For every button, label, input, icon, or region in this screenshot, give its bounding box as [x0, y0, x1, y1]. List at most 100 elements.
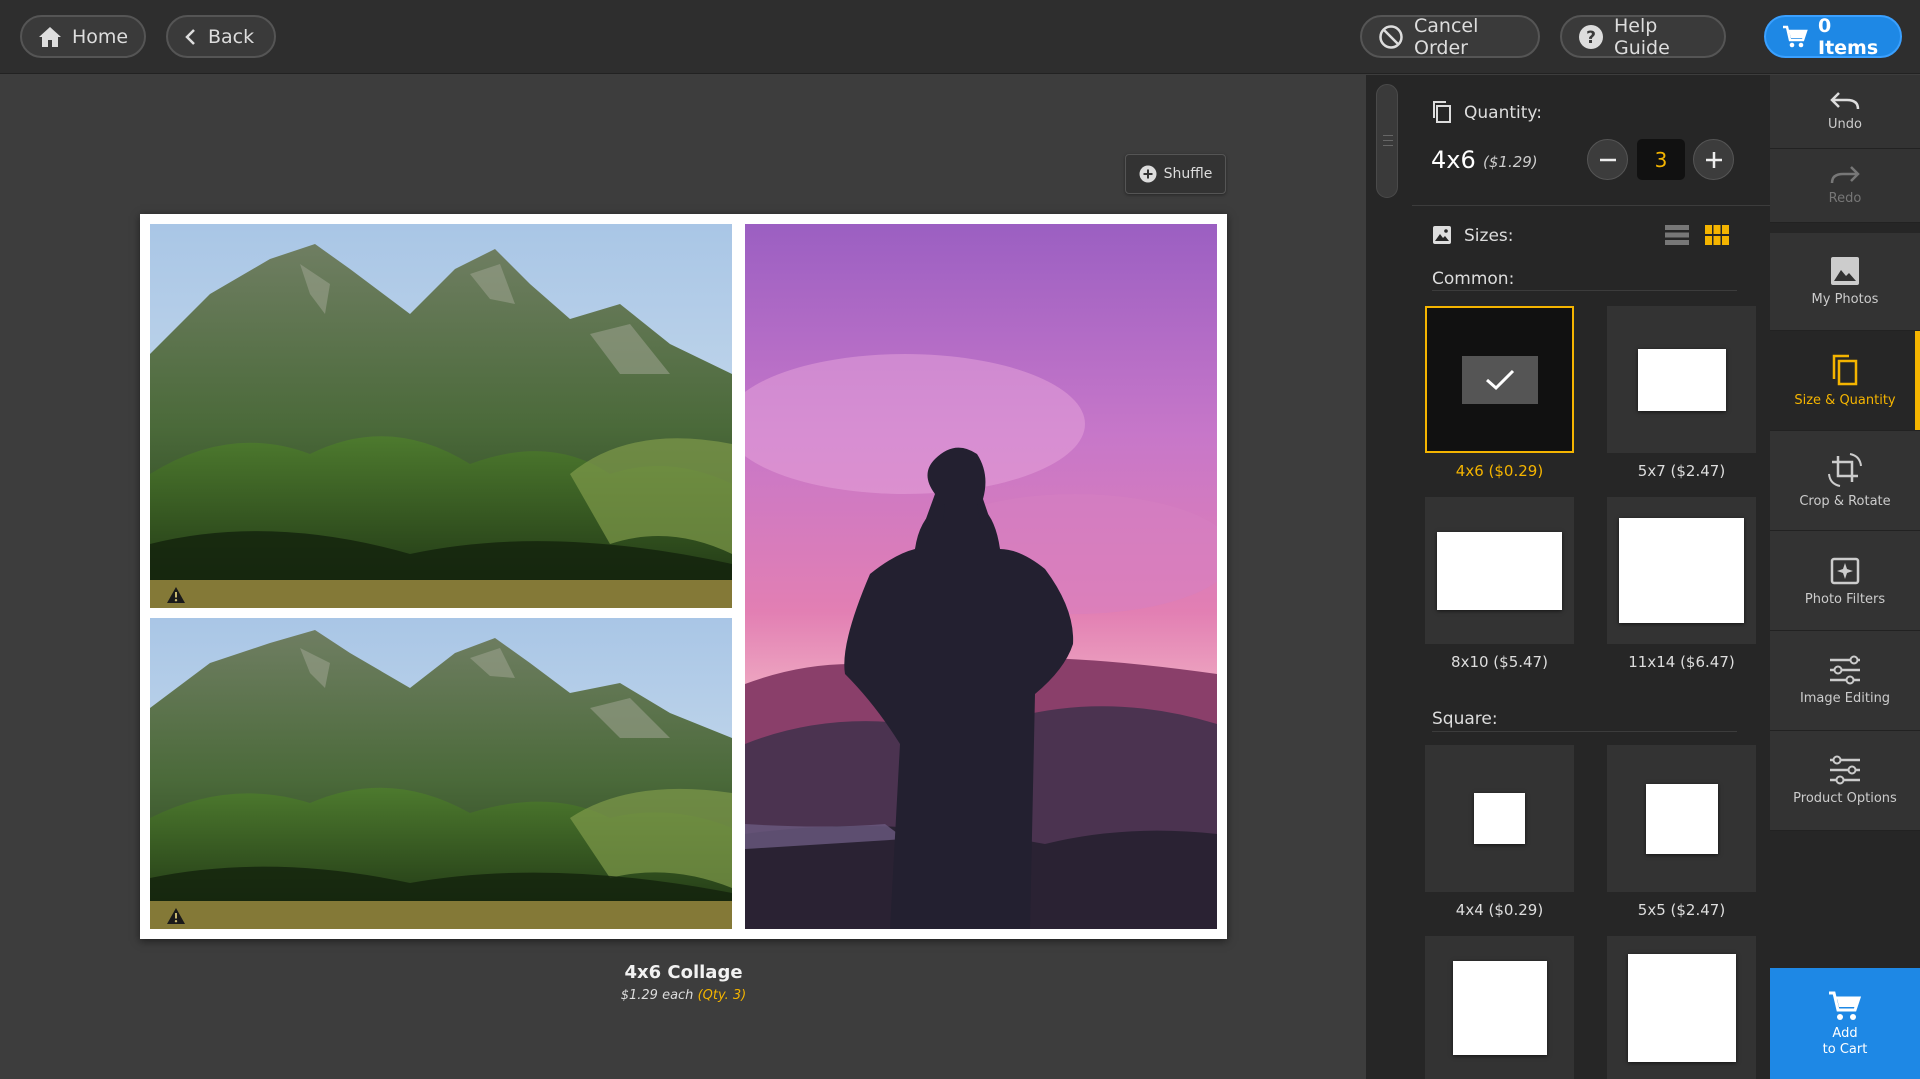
add-to-cart-label-line2: to Cart — [1822, 1041, 1868, 1057]
undo-label: Undo — [1828, 117, 1862, 132]
size-option-label: 5x7 ($2.47) — [1637, 462, 1726, 480]
add-to-cart-button[interactable]: Add to Cart — [1770, 968, 1920, 1079]
divider — [1432, 731, 1737, 732]
size-option-square-xlarge[interactable] — [1607, 936, 1756, 1079]
sizes-label: Sizes: — [1464, 226, 1514, 246]
redo-icon — [1830, 166, 1860, 184]
quantity-label: Quantity: — [1464, 103, 1542, 123]
size-option-label: 4x6 ($0.29) — [1455, 462, 1544, 480]
back-button[interactable]: Back — [166, 15, 276, 58]
add-to-cart-label-line1: Add — [1832, 1025, 1858, 1041]
cancel-order-label: Cancel Order — [1414, 14, 1479, 59]
divider — [1412, 205, 1770, 206]
redo-label: Redo — [1828, 191, 1862, 206]
panel-scrollbar[interactable] — [1376, 84, 1398, 198]
size-thumbnail — [1645, 783, 1718, 854]
increase-quantity-button[interactable] — [1693, 139, 1734, 180]
collage-preview — [140, 214, 1227, 939]
image-editing-label: Image Editing — [1799, 691, 1891, 706]
size-thumbnail — [1474, 793, 1525, 844]
photo-icon — [1831, 257, 1859, 285]
shuffle-button[interactable]: Shuffle — [1125, 154, 1226, 194]
my-photos-label: My Photos — [1811, 292, 1879, 307]
cart-button[interactable]: 0 Items — [1764, 14, 1902, 59]
size-option-label: 4x4 ($0.29) — [1455, 901, 1544, 919]
shuffle-label: Shuffle — [1163, 166, 1213, 182]
minus-icon — [1599, 158, 1616, 161]
undo-icon — [1830, 92, 1860, 110]
cancel-order-button[interactable]: Cancel Order — [1360, 14, 1540, 59]
filters-icon — [1830, 557, 1860, 585]
home-icon — [39, 26, 61, 47]
size-option-11x14[interactable] — [1607, 497, 1756, 644]
cart-label: 0 Items — [1818, 14, 1879, 59]
redo-button[interactable]: Redo — [1770, 149, 1920, 223]
image-icon — [1433, 226, 1451, 244]
selected-size-price: ($1.29) — [1483, 153, 1538, 171]
nav-photo-filters[interactable]: Photo Filters — [1770, 531, 1920, 631]
low-resolution-warning-bar — [150, 580, 732, 608]
sliders-icon — [1830, 755, 1860, 785]
product-title: 4x6 Collage — [624, 962, 743, 983]
crop-rotate-label: Crop & Rotate — [1799, 494, 1891, 509]
sliders-icon — [1830, 655, 1860, 685]
size-thumbnail — [1452, 960, 1547, 1055]
copy-icon — [1433, 101, 1451, 123]
size-option-5x7[interactable] — [1607, 306, 1756, 453]
cart-icon — [1783, 25, 1808, 47]
size-option-8x10[interactable] — [1425, 497, 1574, 644]
quantity-value[interactable]: 3 — [1637, 139, 1685, 180]
square-sizes-heading: Square: — [1432, 709, 1498, 729]
undo-button[interactable]: Undo — [1770, 75, 1920, 149]
photo-slot-mountain-1[interactable] — [150, 224, 732, 608]
nav-my-photos[interactable]: My Photos — [1770, 233, 1920, 331]
size-option-label: 5x5 ($2.47) — [1637, 901, 1726, 919]
size-option-square-large[interactable] — [1425, 936, 1574, 1079]
size-thumbnail — [1619, 518, 1744, 623]
mountain-photo — [150, 224, 732, 608]
nav-crop-rotate[interactable]: Crop & Rotate — [1770, 431, 1920, 531]
decrease-quantity-button[interactable] — [1587, 139, 1628, 180]
nav-size-quantity[interactable]: Size & Quantity — [1770, 331, 1920, 431]
warning-icon[interactable] — [166, 586, 186, 604]
common-sizes-heading: Common: — [1432, 269, 1515, 289]
size-option-5x5[interactable] — [1607, 745, 1756, 892]
nav-product-options[interactable]: Product Options — [1770, 731, 1920, 831]
size-option-4x4[interactable] — [1425, 745, 1574, 892]
photo-slot-sunset[interactable] — [745, 224, 1217, 929]
warning-icon[interactable] — [166, 907, 186, 925]
size-option-4x6[interactable] — [1425, 306, 1574, 453]
size-thumbnail — [1627, 953, 1736, 1062]
size-thumbnail — [1437, 531, 1562, 610]
home-label: Home — [72, 25, 129, 48]
cart-icon — [1829, 991, 1862, 1020]
home-button[interactable]: Home — [20, 15, 146, 58]
mountain-photo — [150, 618, 732, 929]
low-resolution-warning-bar — [150, 901, 732, 929]
top-bar: Home Back Cancel Order ? Help Guide 0 It… — [0, 0, 1920, 74]
photo-filters-label: Photo Filters — [1804, 592, 1886, 607]
copy-icon — [1832, 354, 1858, 386]
selected-size: 4x6 — [1431, 146, 1476, 174]
product-price-line: $1.29 each (Qty. 3) — [140, 988, 1227, 1003]
back-label: Back — [208, 25, 255, 48]
product-options-label: Product Options — [1793, 791, 1897, 806]
help-guide-button[interactable]: ? Help Guide — [1560, 15, 1726, 59]
svg-text:?: ? — [1586, 28, 1596, 48]
price-each: $1.29 each — [620, 988, 694, 1003]
add-circle-icon — [1139, 165, 1157, 183]
grid-view-icon[interactable] — [1705, 225, 1729, 245]
cancel-icon — [1379, 24, 1403, 49]
chevron-left-icon — [185, 28, 195, 45]
list-view-icon[interactable] — [1665, 225, 1689, 245]
size-quantity-label: Size & Quantity — [1794, 393, 1896, 408]
size-option-label: 8x10 ($5.47) — [1451, 653, 1548, 671]
nav-image-editing[interactable]: Image Editing — [1770, 631, 1920, 731]
crop-rotate-icon — [1828, 453, 1862, 487]
help-icon: ? — [1579, 24, 1603, 49]
size-option-label: 11x14 ($6.47) — [1628, 653, 1735, 671]
selected-thumbnail — [1461, 355, 1538, 404]
divider — [1432, 290, 1737, 291]
photo-slot-mountain-2[interactable] — [150, 618, 732, 929]
quantity-note: (Qty. 3) — [697, 988, 747, 1003]
